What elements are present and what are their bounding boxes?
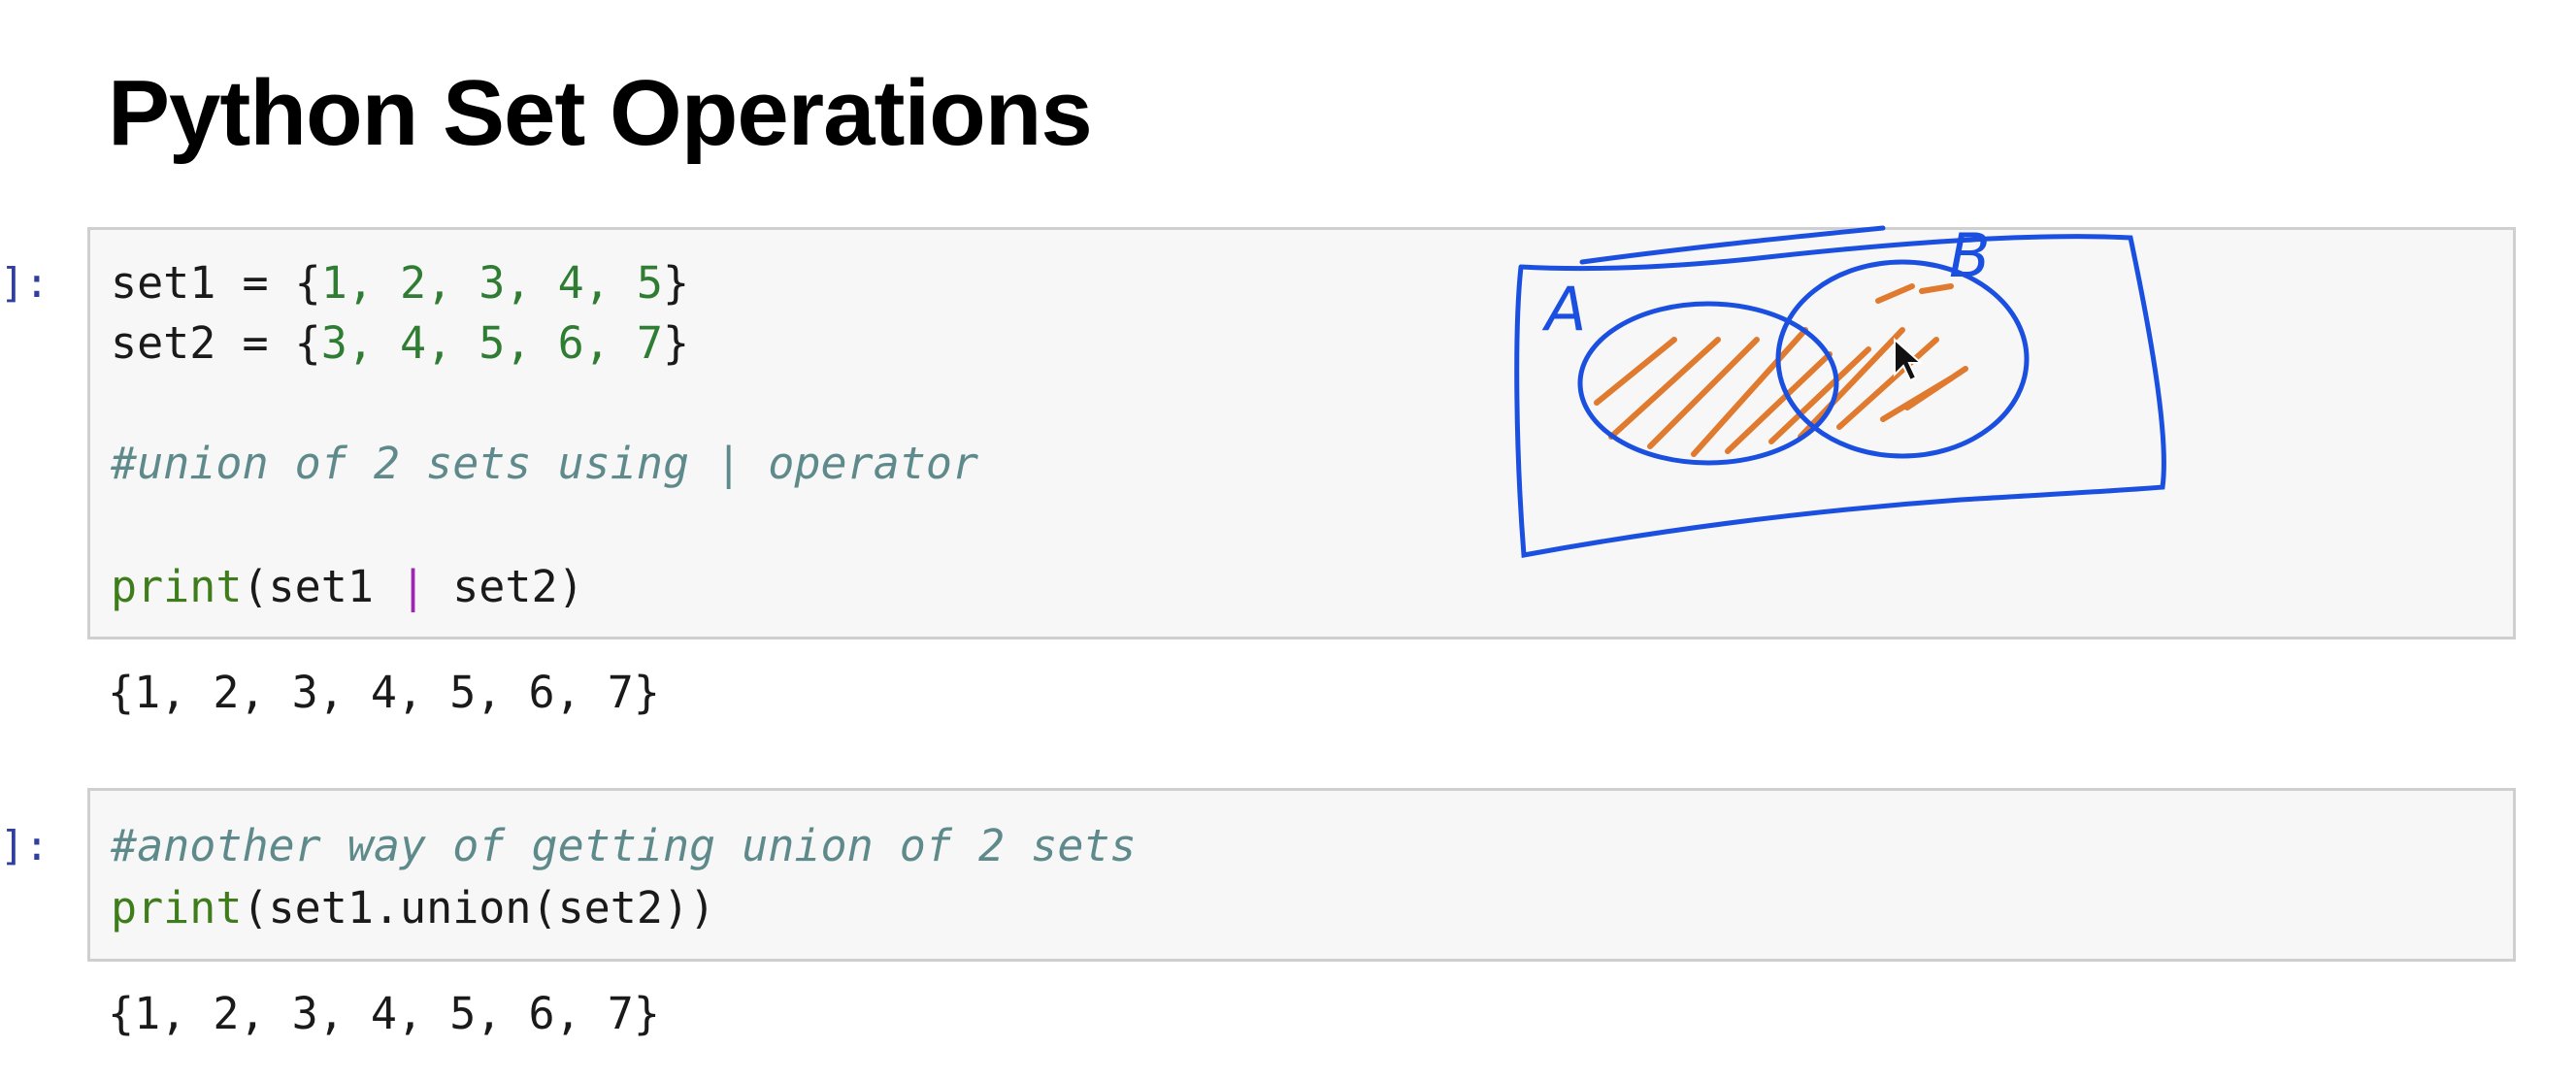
print-arg-set2: set2) (426, 561, 584, 612)
set2-values: 3, 4, 5, 6, 7 (320, 317, 663, 369)
print-keyword-2: print (111, 882, 243, 934)
set1-assign: set1 = { (111, 257, 321, 309)
label-b: B (1949, 220, 1991, 291)
universe-box-top-stroke (1579, 225, 1886, 265)
code-line-print: print(set1 | set2) (111, 557, 584, 617)
set1-close: } (662, 257, 690, 309)
set2-close: } (662, 317, 690, 369)
venn-diagram-sketch: A B (1514, 220, 2166, 558)
cell-prompt-2: ]: (0, 822, 50, 869)
page-title: Python Set Operations (108, 61, 1093, 165)
print-keyword: print (111, 561, 243, 612)
pipe-operator: | (400, 561, 427, 612)
set1-values: 1, 2, 3, 4, 5 (320, 257, 663, 309)
cell-output-2: {1, 2, 3, 4, 5, 6, 7} (108, 988, 660, 1039)
print-arg-set1: (set1 (242, 561, 401, 612)
set2-assign: set2 = { (111, 317, 321, 369)
code-comment-union: #union of 2 sets using | operator (111, 438, 979, 489)
code-cell-2[interactable]: #another way of getting union of 2 sets … (87, 788, 2516, 962)
code-line-print-union: print(set1.union(set2)) (111, 878, 715, 938)
code-line-set2: set2 = {3, 4, 5, 6, 7} (111, 313, 689, 374)
cell-output-1: {1, 2, 3, 4, 5, 6, 7} (108, 667, 660, 718)
cell-prompt-1: ]: (0, 259, 50, 307)
print-union-call: (set1.union(set2)) (242, 882, 716, 934)
label-a: A (1541, 274, 1586, 344)
code-line-set1: set1 = {1, 2, 3, 4, 5} (111, 253, 689, 313)
code-comment-union-method: #another way of getting union of 2 sets (111, 820, 1137, 871)
